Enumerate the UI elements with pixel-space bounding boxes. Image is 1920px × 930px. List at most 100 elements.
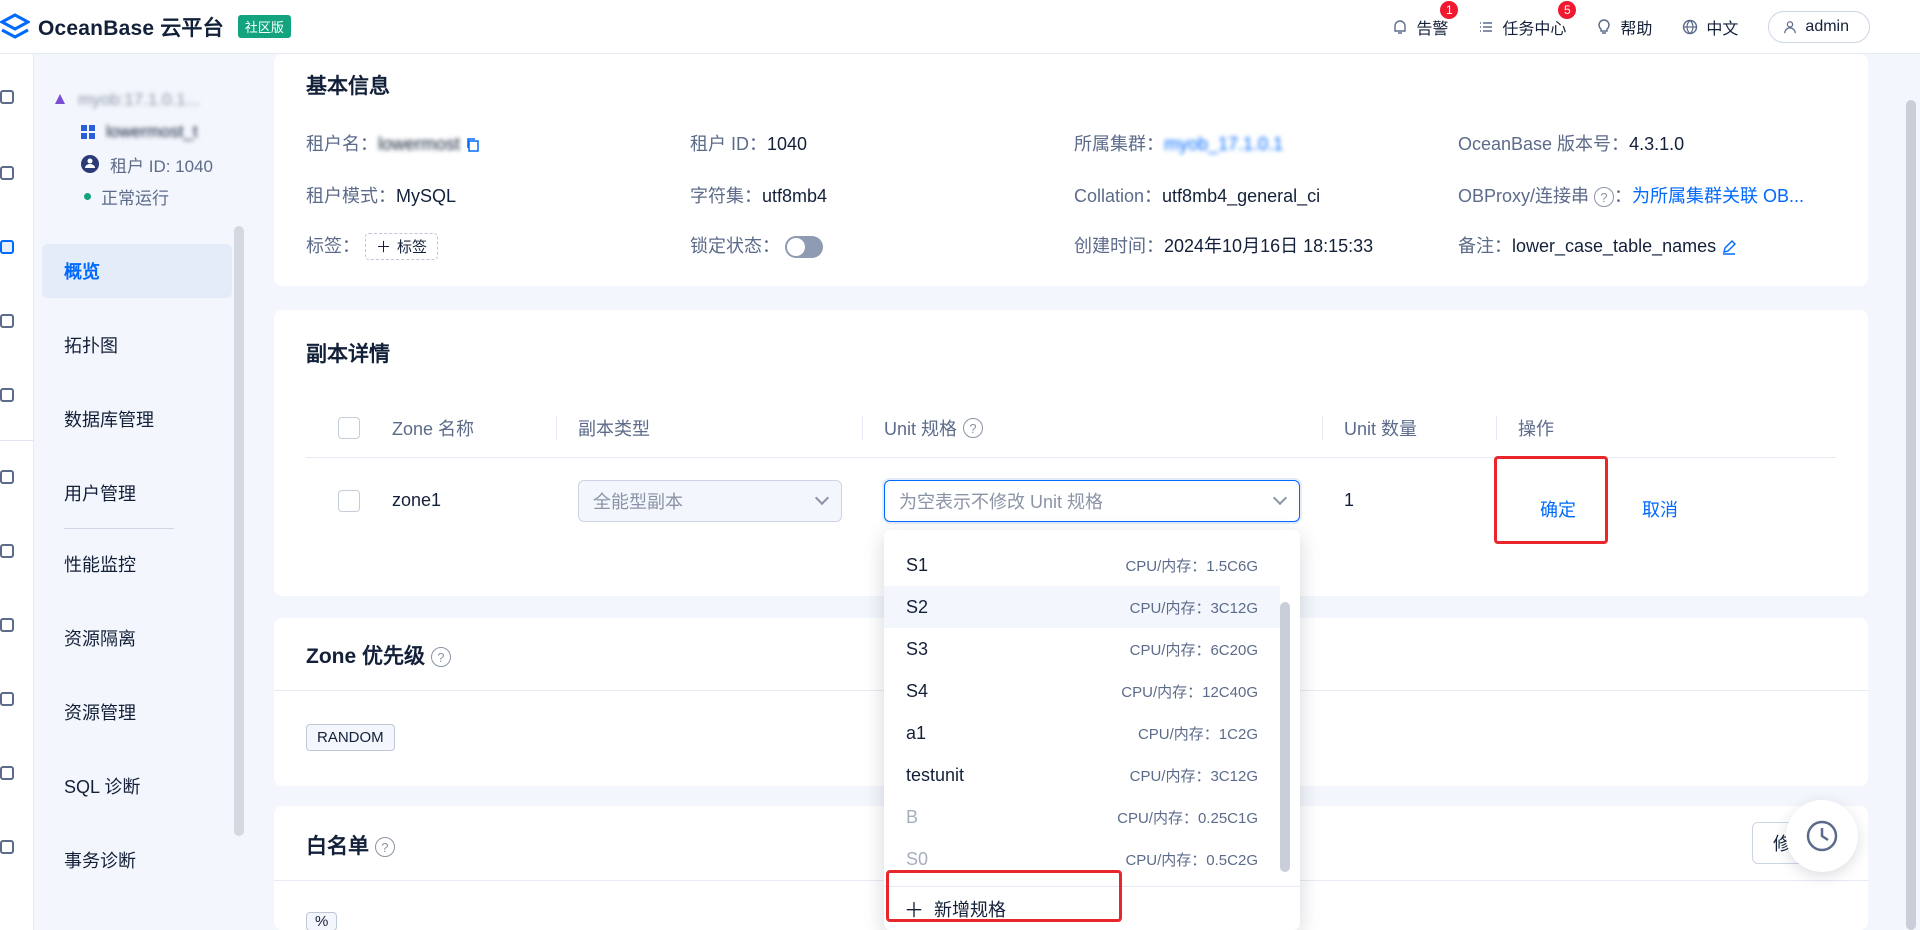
dropdown-scrollbar[interactable] xyxy=(1280,602,1290,872)
highlight-confirm xyxy=(1494,456,1608,544)
backup-rail-icon[interactable] xyxy=(0,692,14,706)
help-icon[interactable]: ? xyxy=(374,837,395,858)
unit-option-s2[interactable]: S2 CPU/内存：3C12G xyxy=(884,586,1280,628)
select-all-checkbox[interactable] xyxy=(338,417,360,439)
tenant-grid-icon xyxy=(81,125,95,139)
nav-database-management[interactable]: 数据库管理 xyxy=(42,392,232,446)
option-name: S1 xyxy=(906,554,929,575)
list-rail-icon[interactable] xyxy=(0,388,14,402)
cluster-tree-icon xyxy=(55,94,65,104)
cluster-field: 所属集群：myob_17.1.0.1 xyxy=(1074,130,1283,156)
diagnose-rail-icon[interactable] xyxy=(0,766,14,780)
created-time-label: 创建时间： xyxy=(1074,236,1164,256)
obproxy-link[interactable]: 为所属集群关联 OB... xyxy=(1632,186,1804,206)
nav-user-management[interactable]: 用户管理 xyxy=(42,466,232,520)
select-all-checkbox-cell[interactable] xyxy=(338,398,360,458)
tenant-info: myob:17.1.0.1... lowermost_t 租户 ID: 1040… xyxy=(52,84,213,212)
nav-resource-isolation[interactable]: 资源隔离 xyxy=(42,611,232,665)
unit-option-s1[interactable]: S1 CPU/内存：1.5C6G xyxy=(884,544,1280,586)
col-zone: Zone 名称 xyxy=(392,419,475,439)
nav-topology[interactable]: 拓扑图 xyxy=(42,318,232,372)
copy-icon[interactable] xyxy=(465,137,481,153)
brand-logo[interactable]: OceanBase 云平台 社区版 xyxy=(0,12,291,42)
alert-rail-icon[interactable] xyxy=(0,544,14,558)
main-scrollbar[interactable] xyxy=(1906,100,1916,930)
oceanbase-logo-icon xyxy=(0,12,30,39)
primary-nav-rail xyxy=(0,54,34,930)
unit-option-b: B CPU/内存：0.25C1G xyxy=(884,796,1280,838)
option-name: testunit xyxy=(906,764,965,785)
nav-performance-monitor[interactable]: 性能监控 xyxy=(42,537,232,591)
clock-icon xyxy=(1806,820,1838,852)
username: admin xyxy=(1805,18,1849,35)
replica-title: 副本详情 xyxy=(306,343,390,366)
chevron-down-icon xyxy=(1272,490,1288,506)
tags-field: 标签： ＋ 标签 xyxy=(306,232,439,260)
topology-rail-icon[interactable] xyxy=(0,314,14,328)
option-name: S4 xyxy=(906,680,929,701)
nav-sql-diagnosis[interactable]: SQL 诊断 xyxy=(42,759,232,813)
unit-spec-placeholder: 为空表示不修改 Unit 规格 xyxy=(899,492,1104,512)
alerts-menu[interactable]: 告警 1 xyxy=(1392,1,1459,39)
version-label: OceanBase 版本号： xyxy=(1458,134,1630,154)
remark-label: 备注： xyxy=(1458,236,1512,256)
tenant-id: 租户 ID: 1040 xyxy=(110,156,213,176)
help-icon[interactable]: ? xyxy=(1594,187,1615,208)
user-menu[interactable]: admin xyxy=(1768,11,1870,43)
nav-resource-management[interactable]: 资源管理 xyxy=(42,685,232,739)
chevron-down-icon xyxy=(814,490,830,506)
help-icon[interactable]: ? xyxy=(963,418,984,438)
bell-icon xyxy=(1394,20,1407,34)
option-spec: CPU/内存：6C20G xyxy=(1129,641,1258,659)
overview-rail-icon[interactable] xyxy=(0,90,14,104)
tenant-name-value: lowermost xyxy=(378,134,461,154)
cluster-rail-icon[interactable] xyxy=(0,166,14,180)
zone-priority-title: Zone 优先级 xyxy=(306,645,425,668)
cluster-name: myob:17.1.0.1... xyxy=(78,90,200,109)
tenant-name-label: 租户名： xyxy=(306,134,378,154)
version-field: OceanBase 版本号：4.3.1.0 xyxy=(1458,130,1684,156)
edit-icon[interactable] xyxy=(1721,239,1737,255)
tenant-nav: 概览 拓扑图 数据库管理 用户管理 性能监控 资源隔离 资源管理 SQL 诊断 … xyxy=(42,244,232,907)
nav-overview[interactable]: 概览 xyxy=(42,244,232,298)
option-spec: CPU/内存：3C12G xyxy=(1129,599,1258,617)
basic-info-title: 基本信息 xyxy=(306,75,390,98)
version-value: 4.3.1.0 xyxy=(1629,134,1685,154)
tenant-rail-icon[interactable] xyxy=(0,240,14,254)
cancel-button[interactable]: 取消 xyxy=(1642,496,1678,522)
language-switch[interactable]: 中文 xyxy=(1682,15,1738,39)
unit-option-s4[interactable]: S4 CPU/内存：12C40G xyxy=(884,670,1280,712)
cluster-row[interactable]: myob:17.1.0.1... xyxy=(52,84,213,116)
monitor-rail-icon[interactable] xyxy=(0,470,14,484)
row-checkbox-cell[interactable] xyxy=(338,490,360,512)
cluster-value[interactable]: myob_17.1.0.1 xyxy=(1164,134,1283,154)
history-button[interactable] xyxy=(1786,800,1858,872)
collation-value: utf8mb4_general_ci xyxy=(1162,186,1321,206)
package-rail-icon[interactable] xyxy=(0,618,14,632)
whitelist-title: 白名单 xyxy=(306,835,369,858)
unit-option-a1[interactable]: a1 CPU/内存：1C2G xyxy=(884,712,1280,754)
sidebar-scrollbar[interactable] xyxy=(234,226,244,836)
task-center-menu[interactable]: 任务中心 5 xyxy=(1478,1,1577,39)
unit-option-testunit[interactable]: testunit CPU/内存：3C12G xyxy=(884,754,1280,796)
help-icon[interactable]: ? xyxy=(430,647,451,668)
help-menu[interactable]: 帮助 xyxy=(1596,15,1652,39)
replica-type-value: 全能型副本 xyxy=(593,492,683,512)
unit-spec-select[interactable]: 为空表示不修改 Unit 规格 xyxy=(884,480,1300,522)
whitelist-entry: % xyxy=(306,912,338,930)
unit-option-s3[interactable]: S3 CPU/内存：6C20G xyxy=(884,628,1280,670)
lock-toggle[interactable] xyxy=(785,236,824,259)
lock-label: 锁定状态： xyxy=(690,236,780,256)
column-divider xyxy=(1496,416,1497,440)
nav-transaction-diagnosis[interactable]: 事务诊断 xyxy=(42,833,232,887)
alerts-count-badge: 1 xyxy=(1440,1,1459,19)
col-unit-count: Unit 数量 xyxy=(1344,419,1418,439)
nav-divider xyxy=(64,528,174,529)
settings-rail-icon[interactable] xyxy=(0,840,14,854)
tenant-status: 正常运行 xyxy=(101,188,169,208)
add-tag-button[interactable]: ＋ 标签 xyxy=(365,233,439,260)
plus-icon: ＋ xyxy=(376,239,392,256)
highlight-add-spec xyxy=(886,870,1122,922)
row-checkbox[interactable] xyxy=(338,490,360,512)
tenant-row[interactable]: lowermost_t xyxy=(52,116,213,148)
